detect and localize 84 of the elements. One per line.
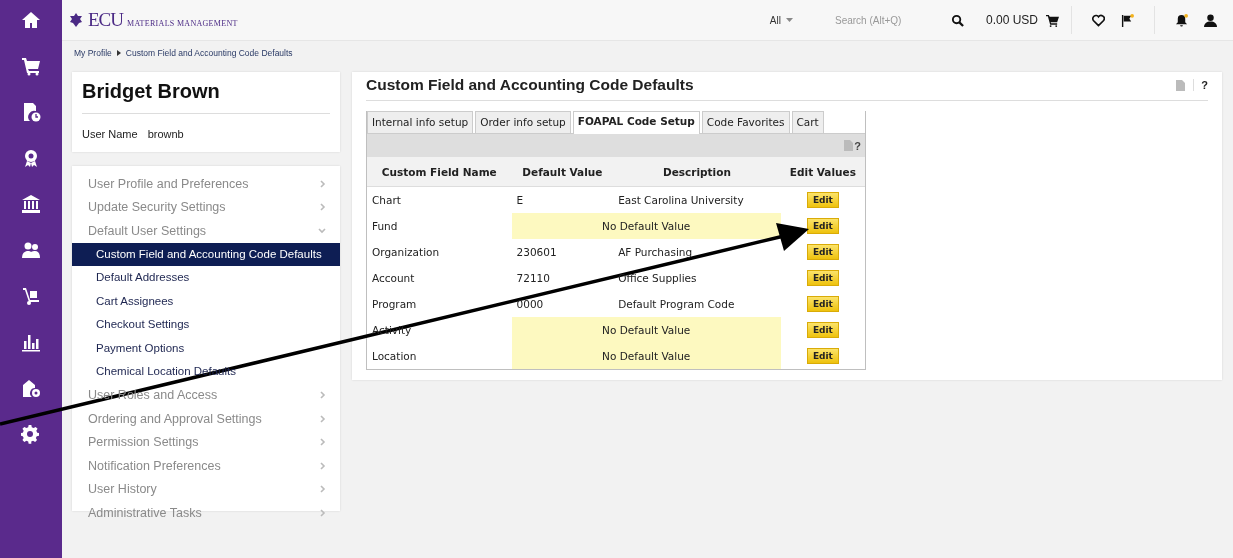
- edit-button[interactable]: Edit: [806, 192, 839, 208]
- table-cell-text: Office Supplies: [617, 271, 698, 286]
- table-cell: Program: [367, 291, 512, 317]
- submenu-item[interactable]: Default Addresses: [72, 266, 340, 290]
- user-icon[interactable]: [1204, 13, 1217, 27]
- table-cell: AF Purchasing: [613, 239, 781, 265]
- column-header: Edit Values: [780, 157, 865, 187]
- submenu-item[interactable]: Cart Assignees: [72, 289, 340, 313]
- table-cell: Default Program Code: [613, 291, 781, 317]
- home-icon[interactable]: [21, 10, 41, 30]
- edit-button[interactable]: Edit: [806, 322, 839, 338]
- bank-icon[interactable]: [21, 194, 41, 214]
- menu-item[interactable]: Notification Preferences: [72, 454, 340, 478]
- menu-item-label: User Profile and Preferences: [88, 176, 249, 191]
- table-cell: 0000: [511, 291, 614, 317]
- menu-item-label: Ordering and Approval Settings: [88, 411, 262, 426]
- username-value: brownb: [147, 128, 184, 140]
- help-link[interactable]: ?: [1193, 79, 1208, 91]
- logo-subtitle: MATERIALS MANAGEMENT: [127, 19, 238, 28]
- menu-item-label: Default User Settings: [88, 223, 207, 238]
- cart-total[interactable]: 0.00 USD: [985, 13, 1038, 27]
- table-cell: No Default Value: [511, 317, 781, 343]
- building-gear-icon[interactable]: [21, 378, 41, 398]
- user-full-name: Bridget Brown: [82, 80, 330, 114]
- breadcrumb-link[interactable]: My Profile: [74, 48, 112, 58]
- cart-icon[interactable]: [1046, 13, 1059, 27]
- submenu-item[interactable]: Payment Options: [72, 336, 340, 360]
- people-icon[interactable]: [21, 240, 41, 260]
- search-icon[interactable]: [950, 13, 964, 27]
- menu-item-label: Update Security Settings: [88, 200, 226, 215]
- menu-item-label: Notification Preferences: [88, 458, 221, 473]
- table-cell: Chart: [367, 186, 512, 213]
- menu-item[interactable]: Default User Settings: [72, 219, 340, 243]
- tab[interactable]: Cart: [791, 111, 824, 133]
- bar-chart-icon[interactable]: [21, 332, 41, 352]
- logo[interactable]: ECU: [88, 9, 123, 31]
- document-clock-icon[interactable]: [21, 102, 41, 122]
- menu-item[interactable]: Ordering and Approval Settings: [72, 407, 340, 431]
- table-cell: No Default Value: [511, 213, 781, 239]
- table-cell-text: 72110: [515, 271, 551, 286]
- submenu-item[interactable]: Checkout Settings: [72, 313, 340, 337]
- edit-button[interactable]: Edit: [806, 296, 839, 312]
- tab[interactable]: Order info setup: [475, 111, 571, 133]
- menu-item[interactable]: User History: [72, 477, 340, 501]
- table-cell: E: [511, 186, 614, 213]
- table-cell: Organization: [367, 239, 512, 265]
- submenu-item[interactable]: Custom Field and Accounting Code Defaults: [72, 242, 340, 266]
- search-scope-dropdown[interactable]: All: [769, 14, 793, 26]
- edit-button[interactable]: Edit: [806, 218, 839, 234]
- help-link[interactable]: ?: [854, 139, 861, 152]
- heart-icon[interactable]: [1092, 13, 1105, 27]
- username-label: User Name: [82, 128, 138, 140]
- crest-icon: [68, 12, 84, 28]
- menu-item[interactable]: Permission Settings: [72, 430, 340, 454]
- table-cell: No Default Value: [511, 343, 781, 369]
- menu-item[interactable]: Update Security Settings: [72, 195, 340, 219]
- flag-icon[interactable]: [1121, 13, 1134, 27]
- edit-button[interactable]: Edit: [806, 348, 839, 364]
- edit-button[interactable]: Edit: [806, 270, 839, 286]
- table-cell-text: Account: [371, 271, 416, 286]
- tab[interactable]: Internal info setup: [367, 111, 474, 133]
- caret-icon: [785, 18, 793, 22]
- search-field[interactable]: Search (Alt+Q): [832, 13, 927, 27]
- settings-icon[interactable]: [21, 424, 41, 444]
- bell-icon[interactable]: [1175, 13, 1188, 27]
- edit-button[interactable]: Edit: [806, 244, 839, 260]
- table-cell: Location: [367, 343, 512, 369]
- menu-item-label: Permission Settings: [88, 435, 199, 450]
- tab[interactable]: Code Favorites: [701, 111, 790, 133]
- tab[interactable]: FOAPAL Code Setup: [572, 111, 700, 134]
- column-header: Default Value: [511, 157, 614, 187]
- column-header: Description: [613, 157, 781, 187]
- table-cell: East Carolina University: [613, 186, 781, 213]
- table-cell: Fund: [367, 213, 512, 239]
- menu-item-label: User History: [88, 482, 157, 497]
- table-cell: 230601: [511, 239, 614, 265]
- menu-item[interactable]: User Profile and Preferences: [72, 172, 340, 196]
- breadcrumb-separator-icon: [116, 50, 121, 56]
- breadcrumb-link[interactable]: Custom Field and Accounting Code Defaults: [125, 48, 293, 58]
- panel-title: Custom Field and Accounting Code Defaults: [366, 76, 695, 94]
- cart-icon[interactable]: [21, 56, 41, 76]
- menu-item-label: Administrative Tasks: [88, 505, 202, 520]
- column-header: Custom Field Name: [367, 157, 512, 187]
- hand-truck-icon[interactable]: [21, 286, 41, 306]
